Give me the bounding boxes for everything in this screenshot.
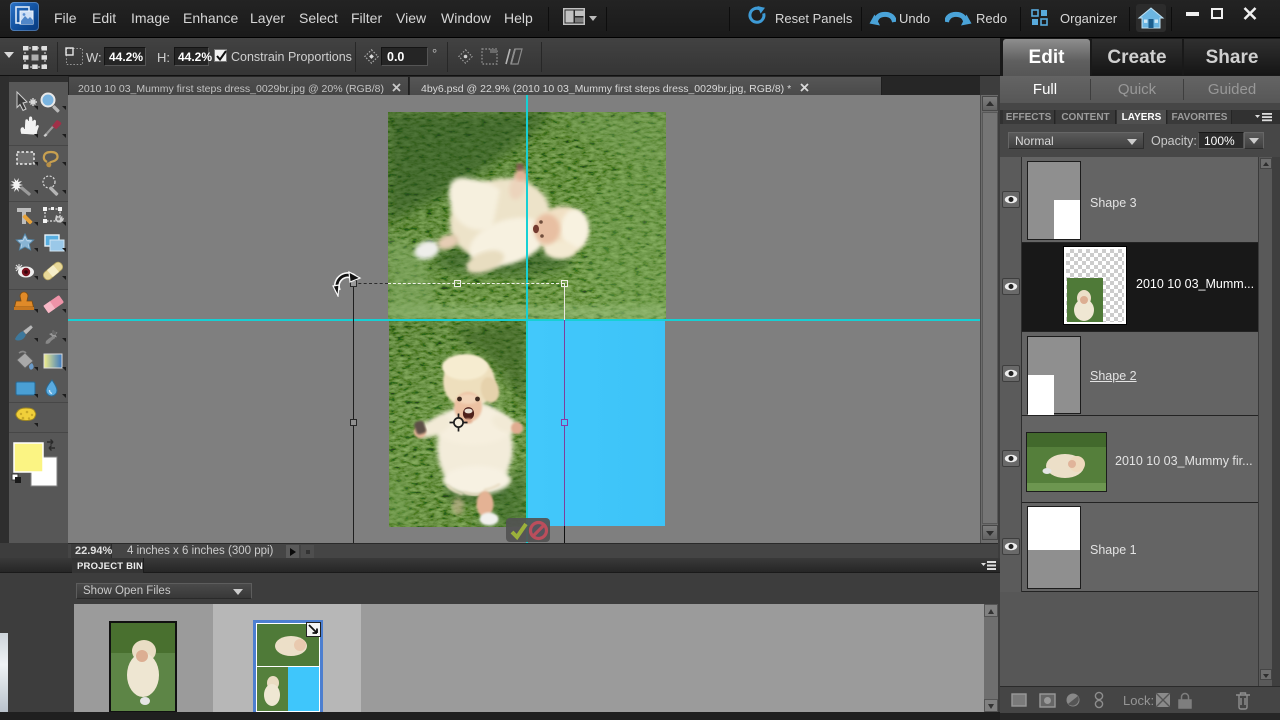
svg-text:Lock:: Lock: bbox=[1123, 693, 1154, 708]
